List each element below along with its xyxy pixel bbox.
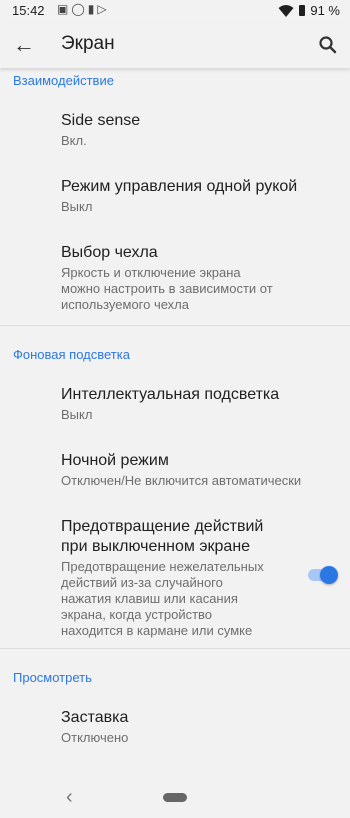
setting-night-mode[interactable]: Ночной режим Отключен/Не включится автом… [0,448,350,498]
status-time: 15:42 [12,3,45,18]
item-subtitle-line: Яркость и отключение экрана [61,265,241,280]
setting-smart-backlight[interactable]: Интеллектуальная подсветка Выкл [0,382,350,432]
section-header-interaction: Взаимодействие [13,73,114,88]
item-title: Заставка [61,709,129,726]
navigation-bar: ‹ [0,778,350,818]
settings-list: Взаимодействие Side sense Вкл. Режим упр… [0,68,350,778]
app-bar: ← Экран [0,22,350,68]
item-title-line: при выключенном экране [61,538,251,555]
setting-case-selection[interactable]: Выбор чехла Яркость и отключение экрана … [0,240,350,320]
notification-icons: ▣◯▮▷ [57,2,110,16]
item-subtitle-line: можно настроить в зависимости от [61,281,273,296]
battery-percent: 91 % [310,3,340,18]
item-title: Ночной режим [61,452,169,469]
item-title: Выбор чехла [61,244,158,261]
back-arrow-icon[interactable]: ← [10,31,38,59]
item-subtitle-line: экрана, когда устройство [61,607,213,622]
setting-screensaver[interactable]: Заставка Отключено [0,705,350,755]
item-subtitle-line: находится в кармане или сумке [61,623,253,638]
item-title: Интеллектуальная подсветка [61,386,280,403]
toggle-knob [320,566,338,584]
battery-icon [299,5,306,16]
item-title: Side sense [61,112,141,129]
wifi-icon [278,4,294,17]
item-subtitle: Отключен/Не включится автоматически [61,473,302,488]
search-icon[interactable] [314,31,342,59]
item-subtitle-line: действий из-за случайного [61,575,223,590]
item-title-line: Предотвращение действий [61,518,264,535]
item-subtitle: Выкл [61,407,93,422]
section-header-backlight: Фоновая подсветка [13,347,130,362]
prevent-actions-toggle[interactable] [308,561,338,589]
item-title: Режим управления одной рукой [61,178,298,195]
setting-one-hand-mode[interactable]: Режим управления одной рукой Выкл [0,174,350,224]
item-subtitle: Вкл. [61,133,87,148]
section-header-view: Просмотреть [13,670,92,685]
item-subtitle: Выкл [61,199,93,214]
page-title: Экран [61,33,115,54]
setting-side-sense[interactable]: Side sense Вкл. [0,108,350,158]
item-subtitle-line: Предотвращение нежелательных [61,559,264,574]
nav-back-icon[interactable]: ‹ [66,786,73,809]
item-subtitle-line: нажатия клавиш или касания [61,591,238,606]
divider [0,325,350,326]
setting-prevent-actions-screen-off[interactable]: Предотвращение действий при выключенном … [0,514,350,640]
item-subtitle: Отключено [61,730,129,745]
status-right: 91 % [278,3,340,18]
status-bar: 15:42 ▣◯▮▷ 91 % [0,0,350,22]
nav-home-pill[interactable] [163,793,187,802]
divider [0,648,350,649]
item-subtitle-line: используемого чехла [61,297,190,312]
